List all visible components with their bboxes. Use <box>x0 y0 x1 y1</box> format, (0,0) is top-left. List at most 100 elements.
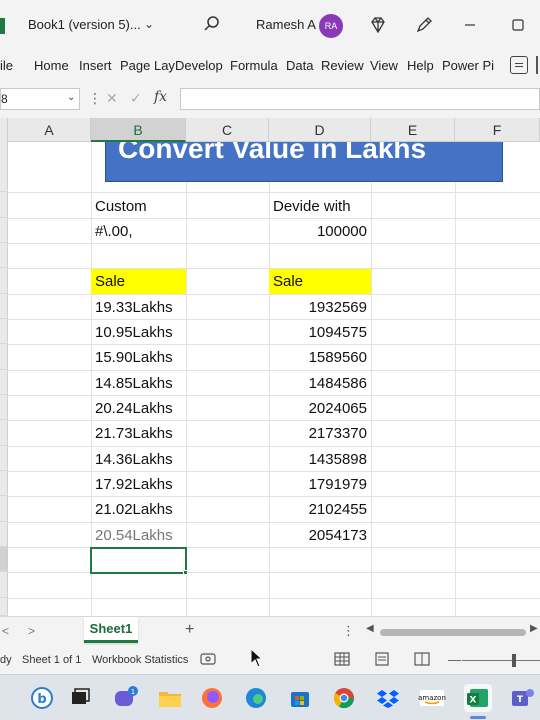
chevron-down-icon[interactable]: ⌄ <box>144 17 154 31</box>
row-header[interactable] <box>0 344 8 370</box>
zoom-out-icon[interactable]: — <box>448 652 461 667</box>
column-header-e[interactable]: E <box>371 118 455 142</box>
accessibility-icon[interactable] <box>200 652 216 666</box>
zoom-slider-thumb[interactable] <box>512 654 516 667</box>
row-header[interactable] <box>0 243 8 268</box>
page-layout-view-icon[interactable] <box>374 652 390 666</box>
bing-icon[interactable]: b <box>28 684 56 712</box>
fill-handle[interactable] <box>183 570 188 575</box>
cell-d-sale[interactable]: 1589560 <box>269 345 371 370</box>
zoom-slider[interactable] <box>462 660 540 661</box>
row-header[interactable] <box>0 446 8 471</box>
document-title[interactable]: Book1 (version 5)... <box>28 17 141 32</box>
row-header[interactable] <box>0 319 8 344</box>
edge-icon[interactable] <box>242 684 270 712</box>
scroll-right-icon[interactable]: ▶ <box>530 623 538 634</box>
chevron-down-icon[interactable]: ⌄ <box>67 92 75 103</box>
cell-b-lakhs[interactable]: 20.54Lakhs <box>91 523 186 548</box>
dropbox-icon[interactable] <box>374 684 402 712</box>
cell-b-lakhs[interactable]: 14.85Lakhs <box>91 371 186 396</box>
row-header[interactable] <box>0 496 8 522</box>
excel-taskbar-icon[interactable]: X <box>464 684 492 712</box>
cell-d-sale[interactable]: 1435898 <box>269 447 371 472</box>
tab-help[interactable]: Help <box>407 58 434 73</box>
cell-b-custom-label[interactable]: Custom <box>91 194 186 219</box>
scroll-left-icon[interactable]: ◀ <box>366 623 374 634</box>
row-header[interactable] <box>0 294 8 319</box>
cell-d-sale[interactable]: 1791979 <box>269 472 371 497</box>
row-header[interactable] <box>0 471 8 496</box>
page-break-view-icon[interactable] <box>414 652 430 666</box>
select-all-corner[interactable] <box>0 118 8 142</box>
cell-d-sale-header[interactable]: Sale <box>269 269 371 294</box>
prev-sheet-icon[interactable]: < <box>2 624 9 638</box>
tab-power-pivot[interactable]: Power Pi <box>442 58 494 73</box>
cell-b-lakhs[interactable]: 10.95Lakhs <box>91 320 186 345</box>
cell-b-lakhs[interactable]: 21.02Lakhs <box>91 497 186 522</box>
column-header-b[interactable]: B <box>91 118 186 142</box>
workbook-statistics[interactable]: Workbook Statistics <box>92 654 188 666</box>
row-header-selected[interactable] <box>0 547 8 572</box>
maximize-icon[interactable] <box>506 13 530 37</box>
pen-icon[interactable] <box>412 13 436 37</box>
column-header-a[interactable]: A <box>8 118 91 142</box>
cell-b-lakhs[interactable]: 21.73Lakhs <box>91 421 186 446</box>
cell-d-sale[interactable]: 2173370 <box>269 421 371 446</box>
cell-b-lakhs[interactable]: 14.36Lakhs <box>91 447 186 472</box>
cell-b-lakhs[interactable]: 15.90Lakhs <box>91 345 186 370</box>
tab-view[interactable]: View <box>370 58 398 73</box>
task-view-icon[interactable] <box>66 684 94 712</box>
more-vertical-icon[interactable]: ⋮ <box>88 90 102 107</box>
cell-b-lakhs[interactable]: 19.33Lakhs <box>91 295 186 320</box>
row-header[interactable] <box>0 420 8 446</box>
file-explorer-icon[interactable] <box>156 684 184 712</box>
worksheet-grid[interactable]: Convert Value in Lakhs Custom Devide wit… <box>0 142 540 616</box>
normal-view-icon[interactable] <box>334 652 350 666</box>
cell-d-sale[interactable]: 2102455 <box>269 497 371 522</box>
tab-home[interactable]: Home <box>34 58 69 73</box>
next-sheet-icon[interactable]: > <box>28 624 35 638</box>
cell-b-lakhs[interactable]: 17.92Lakhs <box>91 472 186 497</box>
cell-d-sale[interactable]: 1094575 <box>269 320 371 345</box>
firefox-icon[interactable] <box>198 684 226 712</box>
add-sheet-icon[interactable]: + <box>185 621 194 639</box>
column-header-f[interactable]: F <box>455 118 540 142</box>
cancel-icon[interactable]: ✕ <box>106 90 118 107</box>
row-header[interactable] <box>0 268 8 294</box>
row-header[interactable] <box>0 598 8 616</box>
column-header-d[interactable]: D <box>269 118 371 142</box>
active-cell[interactable] <box>90 547 187 574</box>
formula-input[interactable] <box>180 88 540 110</box>
cell-d-divide-value[interactable]: 100000 <box>269 219 371 244</box>
cell-d-divide-label[interactable]: Devide with <box>269 194 371 219</box>
check-icon[interactable]: ✓ <box>130 90 142 107</box>
tab-file[interactable]: ile <box>0 58 13 73</box>
row-header[interactable] <box>0 395 8 420</box>
cell-b-sale-header[interactable]: Sale <box>91 269 186 294</box>
teams-icon[interactable]: T <box>508 684 536 712</box>
cell-b-lakhs[interactable]: 20.24Lakhs <box>91 396 186 421</box>
cell-d-sale[interactable]: 1932569 <box>269 295 371 320</box>
row-header[interactable] <box>0 572 8 598</box>
sheet-tab-active[interactable]: Sheet1 <box>84 617 138 643</box>
amazon-icon[interactable]: amazon <box>418 684 446 712</box>
excel-app-icon[interactable] <box>0 18 5 34</box>
row-header[interactable] <box>0 142 8 192</box>
scrollbar-thumb[interactable] <box>380 629 526 636</box>
horizontal-scrollbar[interactable]: ◀ ▶ <box>366 623 540 638</box>
user-name[interactable]: Ramesh A <box>256 17 316 32</box>
row-header[interactable] <box>0 192 8 218</box>
comments-icon[interactable] <box>510 56 528 74</box>
row-header[interactable] <box>0 522 8 547</box>
tab-formulas[interactable]: Formula <box>230 58 278 73</box>
name-box[interactable]: 8 ⌄ <box>0 88 80 110</box>
row-header[interactable] <box>0 218 8 243</box>
column-header-c[interactable]: C <box>186 118 269 142</box>
store-icon[interactable] <box>286 684 314 712</box>
insert-function-icon[interactable]: fx <box>154 89 167 105</box>
row-header[interactable] <box>0 370 8 395</box>
cell-d-sale[interactable]: 2024065 <box>269 396 371 421</box>
cell-d-sale[interactable]: 2054173 <box>269 523 371 548</box>
title-banner-shape[interactable]: Convert Value in Lakhs <box>105 142 503 182</box>
tab-review[interactable]: Review <box>321 58 364 73</box>
